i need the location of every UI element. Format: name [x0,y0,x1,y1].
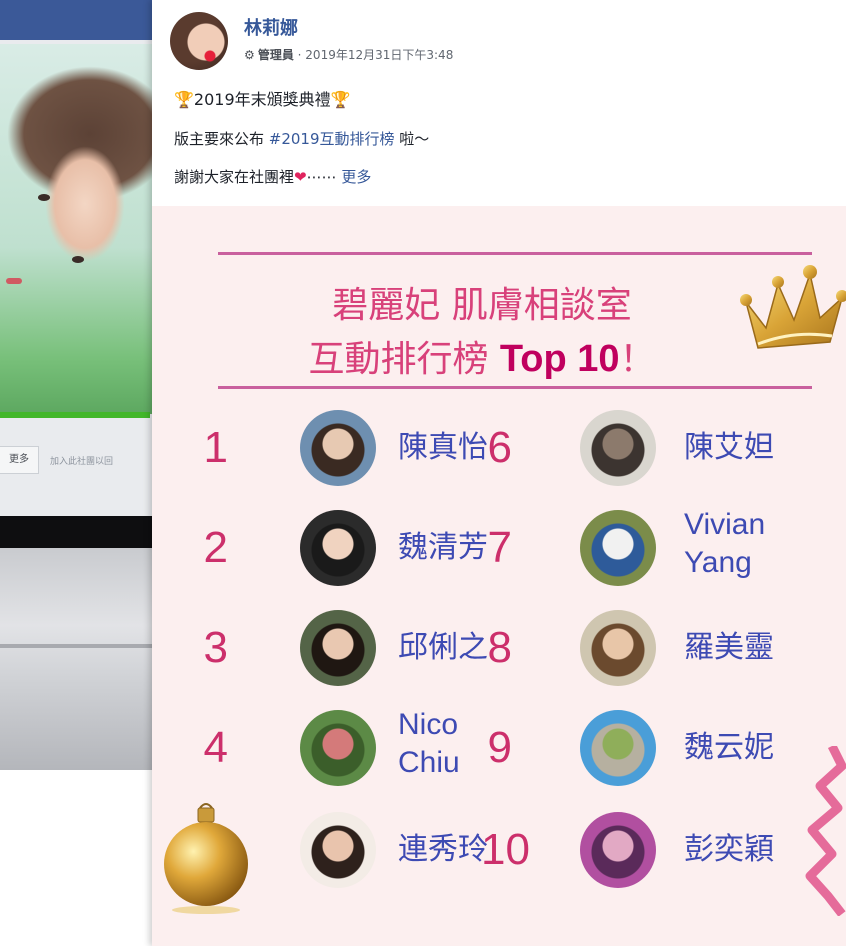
post-meta: ⚙ 管理員 · 2019年12月31日下午3:48 [244,46,453,63]
rank-avatar [580,410,656,486]
post-card: 林莉娜 ⚙ 管理員 · 2019年12月31日下午3:48 🏆2019年末頒獎典… [152,0,846,946]
post-line-3: 謝謝大家在社團裡❤⋯⋯ 更多 [174,166,371,187]
trophy-icon: 🏆 [174,90,194,109]
bottom-divider [218,386,812,389]
rank-avatar [580,610,656,686]
see-more-link[interactable]: 更多 [341,168,371,186]
rank-name: Vivian Yang [684,508,766,579]
ribbon-decoration [805,746,846,916]
rank-name: 彭奕穎 [684,833,774,866]
author-avatar[interactable] [170,12,228,70]
cover-eye-right [72,256,84,263]
cover-lips [6,278,22,284]
graphic-subtitle-prefix: 互動排行榜 [308,339,500,380]
cover-eye-left [38,194,50,201]
rank-number: 7 [487,523,512,572]
post-line-3-dots: ⋯⋯ [306,168,342,186]
rank-avatar [300,410,376,486]
rank-number: 9 [487,723,512,772]
post-line-1-text: 2019年末頒獎典禮 [193,90,331,109]
rank-number: 4 [203,723,228,772]
group-cover-photo [0,44,152,414]
hashtag-link[interactable]: #2019互動排行榜 [269,130,395,148]
cover-progress-bar [0,412,150,418]
admin-badge-icon: ⚙ [244,48,255,62]
author-name[interactable]: 林莉娜 [244,14,298,40]
post-timestamp[interactable]: · 2019年12月31日下午3:48 [298,48,454,62]
laptop-join-group-text: 加入此社團以回 [50,457,114,467]
top10-label: Top 10 [499,338,620,380]
post-line-2: 版主要來公布 #2019互動排行榜 啦～ [174,128,429,149]
rank-name: 魏云妮 [684,731,774,764]
rank-avatar [300,610,376,686]
rank-number: 2 [203,523,228,572]
rank-name: 陳艾妲 [684,431,774,464]
laptop-background: 更多 加入此社團以回 [0,0,160,946]
rank-avatar [580,710,656,786]
top-divider [218,252,812,255]
trophy-icon: 🏆 [330,90,351,109]
christmas-ornament-icon [164,803,248,914]
laptop-body [0,548,160,770]
rank-number: 3 [203,623,228,672]
post-line-1: 🏆2019年末頒獎典禮🏆 [174,86,351,110]
ranking-graphic[interactable]: 碧麗妃 肌膚相談室 互動排行榜 Top 10！ 1 陳真怡 2 魏清芳 3 邱俐之 4 Nic… [152,206,846,946]
post-line-2-suffix: 啦～ [394,130,430,148]
rank-avatar [300,710,376,786]
rank-avatar [580,510,656,586]
rank-number: 1 [203,423,228,472]
graphic-subtitle-suffix: ！ [619,339,656,380]
rank-number: 6 [487,423,512,472]
rank-avatar [580,812,656,888]
crown-icon [740,265,846,349]
post-line-3-prefix: 謝謝大家在社團裡 [174,168,295,186]
rank-name: 羅美靈 [684,631,774,664]
rank-number: 8 [487,623,512,672]
heart-icon: ❤ [294,168,307,186]
rank-avatar [300,510,376,586]
laptop-more-button[interactable]: 更多 [0,446,39,474]
laptop-facebook-bar [0,0,160,40]
rank-number: 10 [481,825,530,874]
laptop-bezel [0,516,160,548]
rank-avatar [300,812,376,888]
graphic-title: 碧麗妃 肌膚相談室 [332,285,632,326]
author-role: 管理員 [257,48,294,62]
post-line-2-prefix: 版主要來公布 [174,130,269,148]
graphic-subtitle: 互動排行榜 Top 10！ [252,330,712,382]
